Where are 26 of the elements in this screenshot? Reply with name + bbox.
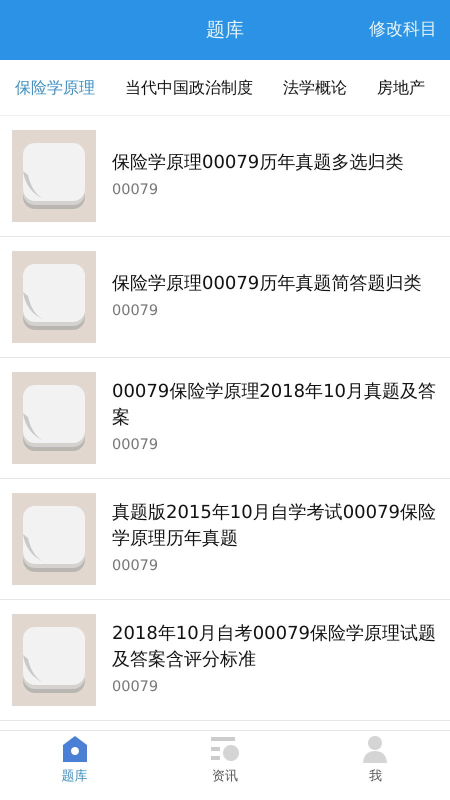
document-thumbnail-icon (12, 493, 96, 585)
page-title: 题库 (206, 18, 244, 43)
question-set-title[interactable]: 2018年10月自考00079保险学原理试题及答案含评分标准 (112, 621, 438, 674)
course-code: 00079 (112, 678, 160, 698)
document-thumbnail-icon (12, 130, 96, 222)
question-set-title[interactable]: 保险学原理00079历年真题简答题归类 (112, 271, 438, 298)
course-code: 00079 (112, 302, 160, 322)
question-set-title[interactable]: 00079保险学原理2018年10月真题及答案 (112, 379, 438, 432)
course-code: 00079 (112, 181, 160, 200)
home-icon (62, 735, 88, 763)
course-code: 00079 (112, 557, 160, 576)
person-icon (362, 735, 388, 763)
nav-tab[interactable]: 题库 (0, 731, 150, 800)
news-icon (210, 735, 239, 763)
document-thumbnail-icon (12, 372, 96, 464)
course-code: 00079 (112, 436, 160, 456)
question-set-title[interactable]: 保险学原理00079历年真题多选归类 (112, 150, 438, 176)
nav-tab[interactable]: 资讯 (149, 731, 301, 800)
nav-tab[interactable]: 我 (300, 731, 450, 800)
document-thumbnail-icon (12, 251, 96, 343)
subject-tab[interactable]: 房地产 (362, 76, 440, 100)
subject-tab[interactable]: 当代中国政治制度 (110, 76, 268, 100)
subject-tab[interactable]: 保险学原理 (0, 76, 110, 100)
subject-tab[interactable]: 法学概论 (268, 76, 362, 100)
document-thumbnail-icon (12, 614, 96, 706)
question-set-title[interactable]: 真题版2015年10月自学考试00079保险学原理历年真题 (112, 500, 438, 552)
